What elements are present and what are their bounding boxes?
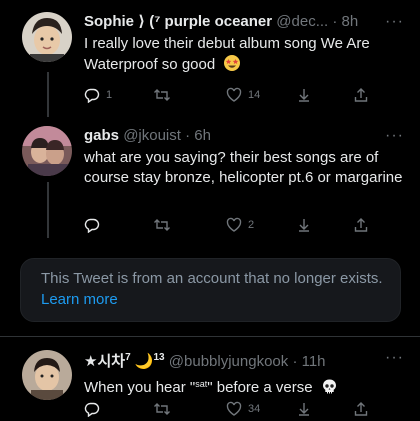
reply-count: 1 [106, 89, 113, 101]
moon-icon: 🌙 [134, 353, 154, 370]
retweet-button[interactable] [153, 217, 177, 233]
reply-icon [84, 88, 100, 103]
handle[interactable]: @dec... [276, 13, 328, 30]
learn-more-link[interactable]: Learn more [41, 291, 118, 308]
arrow-down-icon [299, 219, 309, 232]
tweet-text: When you hear "sat" before a verse [84, 374, 410, 401]
avatar[interactable] [22, 12, 72, 62]
retweet-button[interactable] [153, 401, 177, 417]
deleted-tweet-text: This Tweet is from an account that no lo… [41, 270, 383, 287]
share-icon [354, 88, 368, 102]
like-button[interactable]: 2 [226, 217, 254, 233]
display-name[interactable]: gabs [84, 127, 119, 144]
handle[interactable]: @bubblyjungkook [169, 353, 288, 370]
more-options-icon[interactable]: ··· [385, 126, 404, 146]
retweet-icon [154, 403, 170, 415]
avatar[interactable] [22, 126, 72, 176]
star-struck-face-icon [223, 54, 241, 78]
like-count: 14 [248, 89, 261, 101]
display-name-suffix: 13 [153, 352, 165, 363]
share-down-button[interactable] [296, 401, 312, 417]
share-button[interactable] [353, 87, 369, 103]
retweet-icon [154, 219, 170, 231]
arrow-down-icon [299, 403, 309, 416]
deleted-tweet-notice: This Tweet is from an account that no lo… [20, 258, 401, 322]
handle[interactable]: @jkouist [123, 127, 181, 144]
heart-icon [226, 401, 242, 416]
divider [0, 336, 420, 337]
reply-button[interactable]: 1 [84, 87, 112, 103]
display-name[interactable]: ★시차 [84, 353, 125, 370]
reply-icon [84, 402, 100, 417]
share-down-button[interactable] [296, 217, 312, 233]
tweet-body-end: " before a verse [207, 379, 313, 396]
skull-icon [321, 378, 338, 401]
separator-dot: · [332, 13, 338, 30]
tweet-text: what are you saying? their best songs ar… [84, 149, 403, 186]
tweet[interactable]: Sophie ⟩ (⁷ purple oceaner @dec... · 8h … [0, 12, 420, 112]
tweet-text: I really love their debut album song We … [84, 34, 410, 78]
like-count: 2 [248, 219, 255, 231]
like-count: 34 [248, 403, 261, 415]
tweet[interactable]: ★시차7 🌙13 @bubblyjungkook · 11h ··· When … [0, 348, 420, 421]
like-button[interactable]: 14 [226, 87, 260, 103]
share-button[interactable] [353, 217, 369, 233]
like-button[interactable]: 34 [226, 401, 260, 417]
timestamp[interactable]: 8h [342, 13, 359, 30]
separator-dot: · [185, 127, 191, 144]
avatar[interactable] [22, 350, 72, 400]
share-icon [354, 218, 368, 232]
tweet[interactable]: gabs @jkouist · 6h ··· what are you sayi… [0, 126, 420, 238]
share-icon [354, 402, 368, 416]
share-down-button[interactable] [296, 87, 312, 103]
reply-button[interactable] [84, 217, 106, 233]
tweet-body-small: sat [195, 379, 208, 389]
arrow-down-icon [299, 89, 309, 102]
retweet-icon [154, 89, 170, 101]
display-name-superscript: 7 [125, 352, 131, 363]
heart-icon [226, 87, 242, 102]
separator-dot: · [292, 353, 298, 370]
timestamp[interactable]: 11h [302, 353, 326, 370]
more-options-icon[interactable]: ··· [385, 12, 404, 32]
share-button[interactable] [353, 401, 369, 417]
more-options-icon[interactable]: ··· [385, 348, 404, 368]
timestamp[interactable]: 6h [194, 127, 211, 144]
retweet-button[interactable] [153, 87, 177, 103]
reply-icon [84, 218, 100, 233]
display-name-symbols[interactable]: ⟩ (⁷ purple oceaner [138, 13, 272, 30]
heart-icon [226, 217, 242, 232]
display-name[interactable]: Sophie [84, 13, 134, 30]
reply-button[interactable] [84, 401, 106, 417]
tweet-body-start: When you hear " [84, 379, 196, 396]
